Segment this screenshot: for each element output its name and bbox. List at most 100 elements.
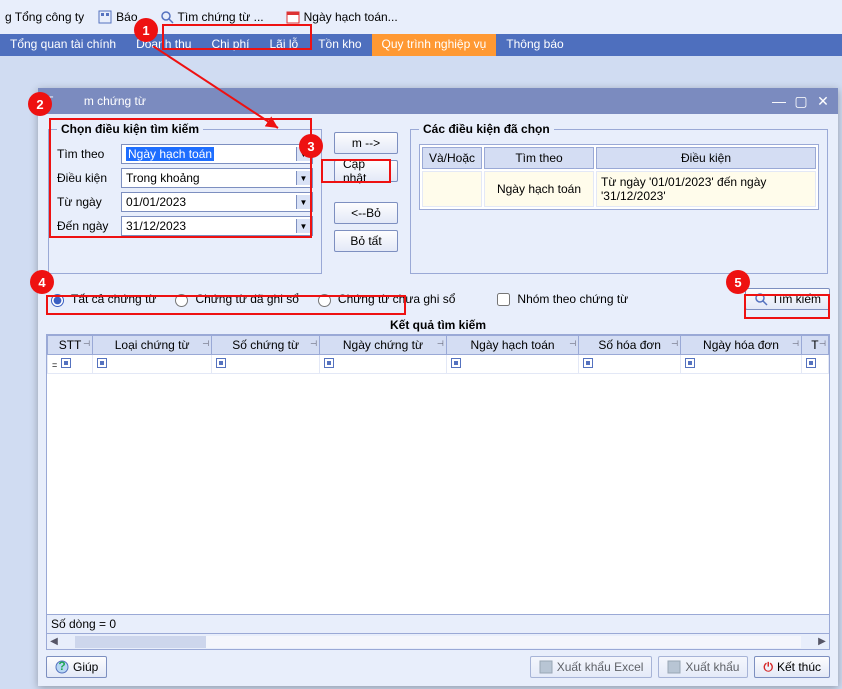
dialog-footer: ? Giúp Xuất khẩu Excel xyxy=(46,650,830,678)
search-by-label: Tìm theo xyxy=(57,147,121,161)
chosen-rows: Ngày hạch toán Từ ngày '01/01/2023' đến … xyxy=(422,171,816,207)
condition-label: Điều kiện xyxy=(57,171,121,185)
chevron-down-icon: ▼ xyxy=(296,195,310,209)
col-and-or[interactable]: Và/Hoặc xyxy=(422,147,482,169)
filter-cell-1[interactable] xyxy=(93,355,212,374)
criteria-legend: Chọn điều kiện tìm kiếm xyxy=(57,122,203,136)
to-date-input[interactable]: 31/12/2023 ▼ xyxy=(121,216,313,236)
scroll-left-icon[interactable]: ◀ xyxy=(47,636,61,647)
tab-quy-trình-nghiệp-vụ[interactable]: Quy trình nghiệp vụ xyxy=(372,34,497,56)
filter-cell-2[interactable] xyxy=(212,355,320,374)
row-count-label: Số dòng = 0 xyxy=(46,615,830,634)
chosen-legend: Các điều kiện đã chọn xyxy=(419,122,554,136)
from-date-label: Từ ngày xyxy=(57,195,121,209)
minimize-button[interactable]: — xyxy=(772,94,786,108)
search-voucher-button[interactable]: Tìm chứng từ ... xyxy=(152,5,272,29)
tab-tổng-quan-tài-chính[interactable]: Tổng quan tài chính xyxy=(0,34,126,56)
export-excel-button[interactable]: Xuất khẩu Excel xyxy=(530,656,653,678)
results-grid: STT⊣Loại chứng từ⊣Số chứng từ⊣Ngày chứng… xyxy=(47,335,829,374)
results-grid-scroll[interactable]: STT⊣Loại chứng từ⊣Số chứng từ⊣Ngày chứng… xyxy=(46,334,830,615)
clear-criteria-button[interactable]: Bỏ tất xyxy=(334,230,398,252)
work-area: T xxxx m chứng từ — ▢ ✕ Chọn điều kiện t… xyxy=(0,56,842,689)
search-by-combo[interactable]: Ngày hạch toán ▼ xyxy=(121,144,313,164)
chosen-criteria-grid: Và/Hoặc Tìm theo Điều kiện Ngày hạch toá… xyxy=(419,144,819,210)
table-row[interactable]: Ngày hạch toán Từ ngày '01/01/2023' đến … xyxy=(422,171,816,207)
col-field[interactable]: Tìm theo xyxy=(484,147,594,169)
app-toolbar: g Tổng công ty Báo Tìm chứng từ ... Ngày… xyxy=(0,0,842,34)
chevron-down-icon: ▼ xyxy=(296,219,310,233)
col-4[interactable]: Ngày hạch toán⊣ xyxy=(446,336,578,355)
filter-row: Tất cả chứng từ Chứng từ đã ghi sổ Chứng… xyxy=(46,288,830,310)
horizontal-scrollbar[interactable]: ◀ ▶ xyxy=(46,634,830,650)
posting-date-label: Ngày hạch toán... xyxy=(304,10,398,24)
results-title: Kết quả tìm kiếm xyxy=(46,318,830,332)
close-button[interactable]: ✕ xyxy=(816,94,830,108)
from-date-value: 01/01/2023 xyxy=(126,195,186,209)
main-tab-bar: Tổng quan tài chínhDoanh thuChi phíLãi l… xyxy=(0,34,842,56)
col-cond[interactable]: Điều kiện xyxy=(596,147,816,169)
close-dialog-button[interactable]: ⏻ Kết thúc xyxy=(754,656,830,678)
col-7[interactable]: T⊣ xyxy=(801,336,828,355)
svg-text:?: ? xyxy=(58,660,65,673)
remove-criteria-button[interactable]: <--Bỏ xyxy=(334,202,398,224)
col-1[interactable]: Loại chứng từ⊣ xyxy=(93,336,212,355)
radio-unposted[interactable]: Chứng từ chưa ghi sổ xyxy=(313,291,456,307)
group-by-check[interactable]: Nhóm theo chứng từ xyxy=(493,290,628,309)
annotation-marker-1: 1 xyxy=(134,18,158,42)
condition-combo[interactable]: Trong khoảng ▼ xyxy=(121,168,313,188)
col-2[interactable]: Số chứng từ⊣ xyxy=(212,336,320,355)
from-date-input[interactable]: 01/01/2023 ▼ xyxy=(121,192,313,212)
export-button[interactable]: Xuất khẩu xyxy=(658,656,748,678)
annotation-marker-5: 5 xyxy=(726,270,750,294)
update-criteria-button[interactable]: Cập nhật xyxy=(334,160,398,182)
col-5[interactable]: Số hóa đơn⊣ xyxy=(579,336,681,355)
maximize-button[interactable]: ▢ xyxy=(794,94,808,108)
power-icon: ⏻ xyxy=(763,660,773,675)
search-button[interactable]: Tìm kiếm xyxy=(745,288,830,310)
col-3[interactable]: Ngày chứng từ⊣ xyxy=(320,336,447,355)
radio-posted[interactable]: Chứng từ đã ghi sổ xyxy=(170,291,298,307)
chosen-criteria-panel: Các điều kiện đã chọn Và/Hoặc Tìm theo Đ… xyxy=(410,122,828,274)
filter-cell-7[interactable] xyxy=(801,355,828,374)
annotation-marker-3: 3 xyxy=(299,134,323,158)
help-icon: ? xyxy=(55,660,69,674)
filter-cell-3[interactable] xyxy=(320,355,447,374)
filter-cell-0[interactable]: = xyxy=(48,355,93,374)
help-button[interactable]: ? Giúp xyxy=(46,656,107,678)
radio-all[interactable]: Tất cả chứng từ xyxy=(46,291,156,307)
tab-lãi-lỗ[interactable]: Lãi lỗ xyxy=(260,34,309,56)
col-6[interactable]: Ngày hóa đơn⊣ xyxy=(681,336,802,355)
report-icon xyxy=(98,10,112,24)
chevron-down-icon: ▼ xyxy=(296,171,310,185)
tab-chi-phí[interactable]: Chi phí xyxy=(201,34,259,56)
results-header-row: STT⊣Loại chứng từ⊣Số chứng từ⊣Ngày chứng… xyxy=(48,336,829,355)
search-by-value: Ngày hạch toán xyxy=(126,147,214,161)
add-criteria-button[interactable]: m --> xyxy=(334,132,398,154)
excel-icon xyxy=(539,660,553,674)
dialog-body: Chọn điều kiện tìm kiếm Tìm theo Ngày hạ… xyxy=(38,114,838,686)
filter-cell-6[interactable] xyxy=(681,355,802,374)
export-icon xyxy=(667,660,681,674)
search-voucher-label: Tìm chứng từ ... xyxy=(178,10,264,24)
posting-date-button[interactable]: Ngày hạch toán... xyxy=(280,7,404,27)
search-icon xyxy=(160,10,174,24)
filter-cell-5[interactable] xyxy=(579,355,681,374)
results-filter-row: = xyxy=(48,355,829,374)
col-0[interactable]: STT⊣ xyxy=(48,336,93,355)
annotation-marker-2: 2 xyxy=(28,92,52,116)
to-date-value: 31/12/2023 xyxy=(126,219,186,233)
condition-value: Trong khoảng xyxy=(126,171,200,185)
dialog-title-right: m chứng từ xyxy=(84,94,146,108)
search-criteria-panel: Chọn điều kiện tìm kiếm Tìm theo Ngày hạ… xyxy=(48,122,322,274)
annotation-marker-4: 4 xyxy=(30,270,54,294)
tab-thông-báo[interactable]: Thông báo xyxy=(496,34,573,56)
to-date-label: Đến ngày xyxy=(57,219,121,233)
search-voucher-dialog: T xxxx m chứng từ — ▢ ✕ Chọn điều kiện t… xyxy=(38,88,838,686)
report-label: Báo xyxy=(116,10,137,24)
tab-tồn-kho[interactable]: Tồn kho xyxy=(308,34,371,56)
dialog-titlebar: T xxxx m chứng từ — ▢ ✕ xyxy=(38,88,838,114)
scroll-right-icon[interactable]: ▶ xyxy=(815,636,829,647)
filter-cell-4[interactable] xyxy=(446,355,578,374)
search-icon xyxy=(754,292,768,306)
results-panel: Kết quả tìm kiếm STT⊣Loại chứng từ⊣Số ch… xyxy=(46,318,830,650)
